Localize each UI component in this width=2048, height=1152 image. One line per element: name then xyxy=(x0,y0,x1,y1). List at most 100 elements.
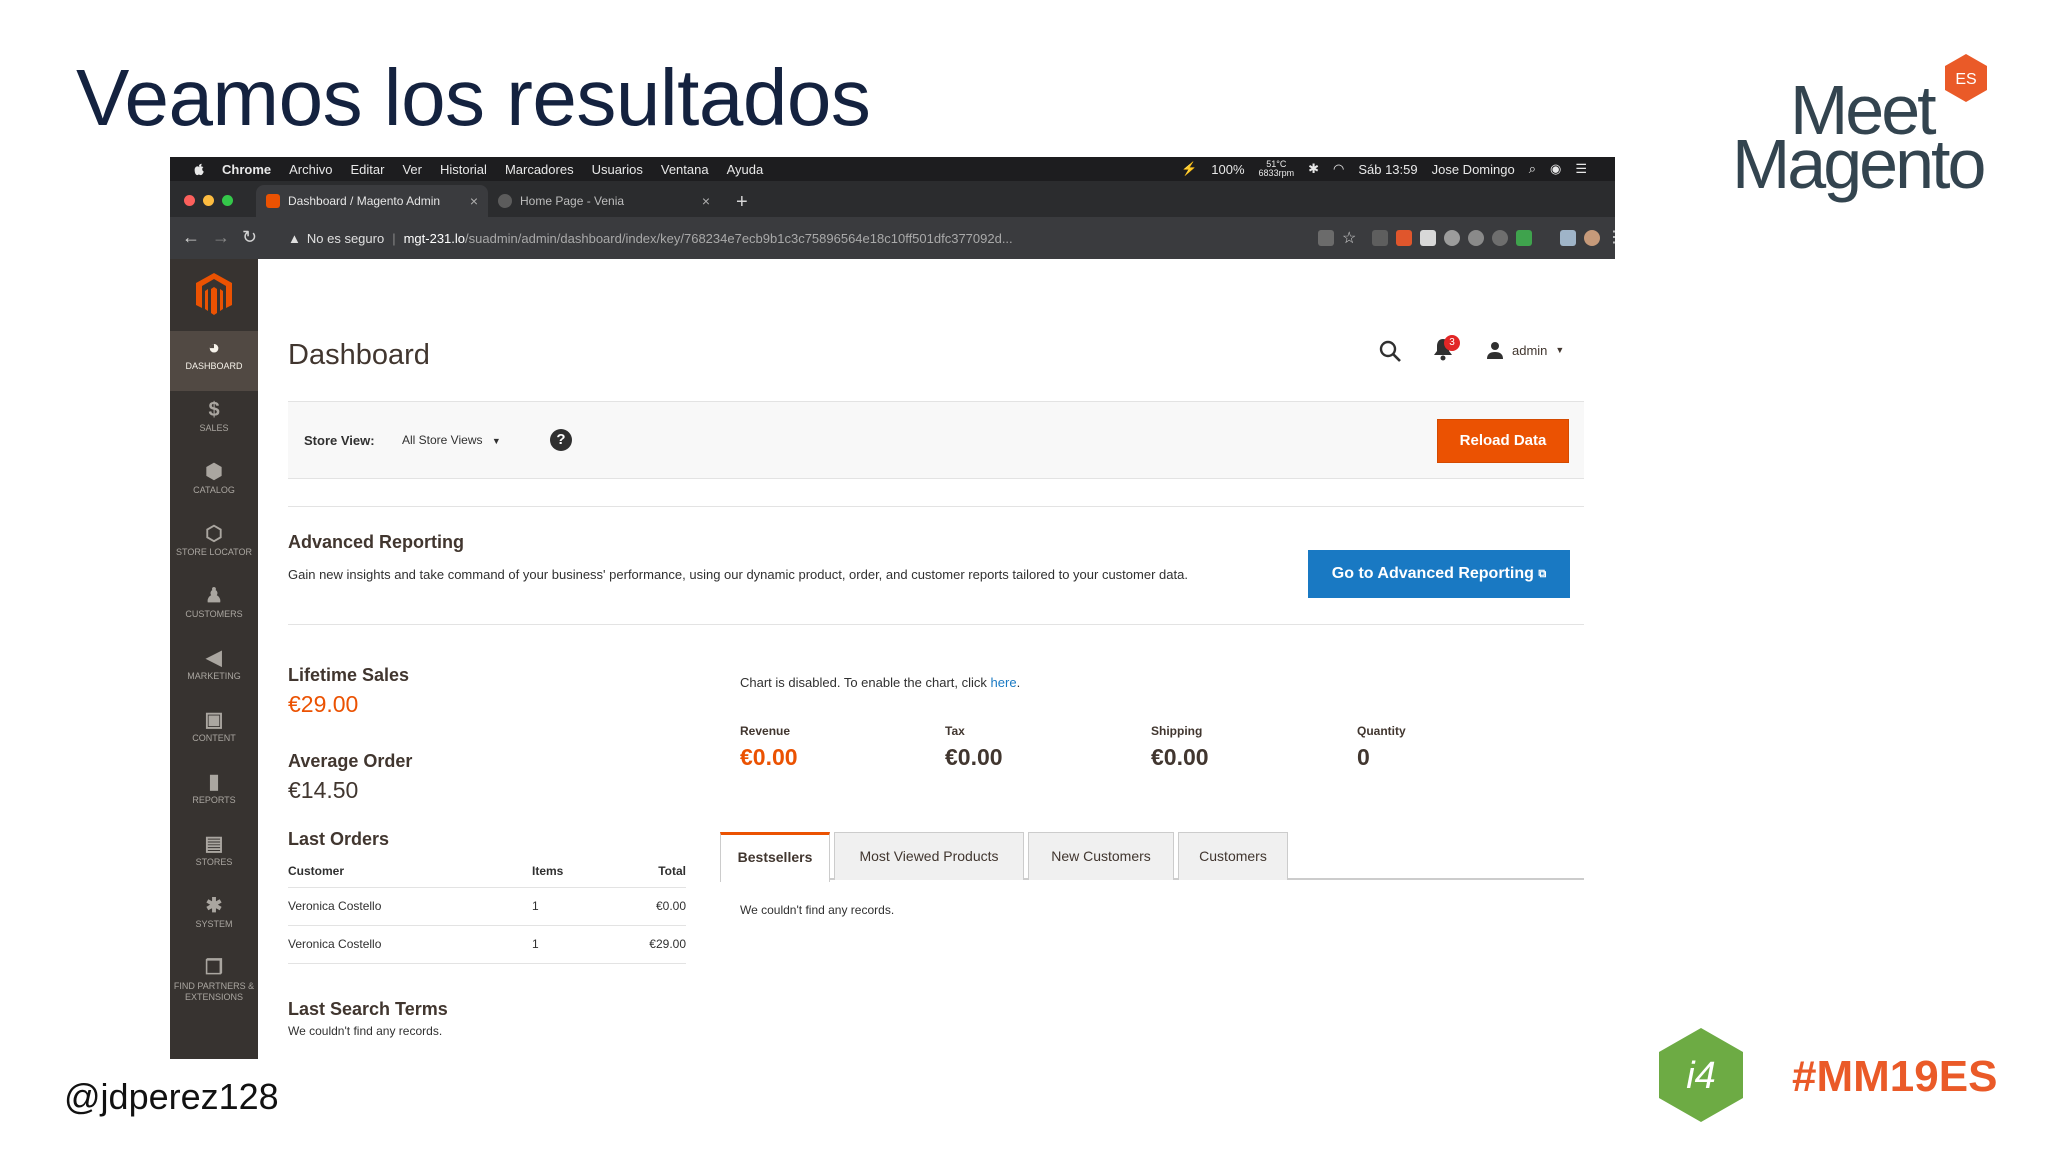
apple-icon[interactable] xyxy=(190,162,208,176)
reload-data-button[interactable]: Reload Data xyxy=(1437,419,1569,463)
sidebar-item-label: Stores xyxy=(195,857,233,867)
sidebar-item-sales[interactable]: $ Sales xyxy=(170,393,258,453)
zoom-window-button[interactable] xyxy=(222,195,233,206)
extension-circle-icon[interactable] xyxy=(1468,230,1484,246)
total-value: €0.00 xyxy=(945,744,1003,770)
chrome-menu-icon[interactable]: ⋮ xyxy=(1606,227,1615,247)
close-tab-icon[interactable]: × xyxy=(702,193,710,209)
tab-customers[interactable]: Customers xyxy=(1178,832,1288,880)
magento-logo-icon[interactable] xyxy=(194,271,234,317)
tab-new-customers[interactable]: New Customers xyxy=(1028,832,1174,880)
go-to-advanced-reporting-button[interactable]: Go to Advanced Reporting ⧉ xyxy=(1308,550,1570,598)
close-window-button[interactable] xyxy=(184,195,195,206)
sidebar-item-system[interactable]: ✱ System xyxy=(170,889,258,949)
last-orders-title: Last Orders xyxy=(288,829,390,849)
extension-green-icon[interactable] xyxy=(1516,230,1532,246)
address-bar[interactable]: ▲ No es seguro | mgt-231.lo /suadmin/adm… xyxy=(288,225,1318,251)
menubar-clock[interactable]: Sáb 13:59 xyxy=(1358,162,1417,177)
store-switcher-bar: Store View: All Store Views ▼ ? Reload D… xyxy=(288,401,1584,479)
sidebar-item-catalog[interactable]: ⬢ Catalog xyxy=(170,455,258,515)
extension-window-icon[interactable] xyxy=(1420,230,1436,246)
reload-icon[interactable]: ↻ xyxy=(242,227,257,248)
spotlight-search-icon[interactable]: ⌕ xyxy=(1529,161,1536,177)
minimize-window-button[interactable] xyxy=(203,195,214,206)
menu-ventana[interactable]: Ventana xyxy=(661,162,709,177)
lifetime-sales-label: Lifetime Sales xyxy=(288,665,410,685)
divider xyxy=(288,624,1584,625)
extension-new-icon[interactable] xyxy=(1560,230,1576,246)
back-arrow-icon[interactable]: ← xyxy=(182,227,200,248)
forward-arrow-icon[interactable]: → xyxy=(212,227,230,248)
admin-username: admin xyxy=(1512,342,1548,358)
tab-most-viewed-products[interactable]: Most Viewed Products xyxy=(834,832,1024,880)
last-orders-section: Last Orders Customer Items Total Veronic… xyxy=(288,829,686,964)
table-row[interactable]: Veronica Costello 1 €29.00 xyxy=(288,925,686,964)
close-tab-icon[interactable]: × xyxy=(470,193,478,209)
search-icon[interactable] xyxy=(1378,339,1402,363)
table-row[interactable]: Veronica Costello 1 €0.00 xyxy=(288,887,686,926)
order-items: 1 xyxy=(524,925,608,964)
admin-user-menu[interactable]: admin ▼ xyxy=(1486,341,1564,359)
total-shipping: Shipping €0.00 xyxy=(1151,724,1209,771)
browser-tab-dashboard[interactable]: Dashboard / Magento Admin × xyxy=(256,185,488,217)
total-tax: Tax €0.00 xyxy=(945,724,1003,771)
chart-note-period: . xyxy=(1016,675,1021,690)
total-revenue: Revenue €0.00 xyxy=(740,724,798,771)
sidebar-item-customers[interactable]: ♟ Customers xyxy=(170,579,258,639)
sidebar-item-label: Catalog xyxy=(193,485,235,495)
dashboard-grid-tabs: Bestsellers Most Viewed Products New Cus… xyxy=(720,832,1584,882)
column-header-items: Items xyxy=(524,858,608,888)
sidebar-item-label: Marketing xyxy=(187,671,241,681)
store-view-select[interactable]: All Store Views ▼ xyxy=(402,433,501,447)
extension-k-icon[interactable] xyxy=(1372,230,1388,246)
menu-historial[interactable]: Historial xyxy=(440,162,487,177)
sidebar-item-dashboard[interactable]: ◕ Dashboard xyxy=(170,331,258,391)
menu-ver[interactable]: Ver xyxy=(402,162,422,177)
notification-center-icon[interactable]: ☰ xyxy=(1575,161,1587,177)
order-total: €29.00 xyxy=(607,925,686,964)
store-view-label: Store View: xyxy=(304,433,375,448)
sidebar-item-marketing[interactable]: ◀ Marketing xyxy=(170,641,258,701)
enable-chart-link[interactable]: here xyxy=(991,675,1017,690)
tab-bestsellers[interactable]: Bestsellers xyxy=(720,832,830,882)
new-tab-plus-icon[interactable]: + xyxy=(736,191,748,214)
warning-icon: ▲ xyxy=(288,230,301,246)
sidebar-item-reports[interactable]: ▮ Reports xyxy=(170,765,258,825)
extension-react-icon[interactable] xyxy=(1444,230,1460,246)
sidebar-item-partners[interactable]: ❒ Find Partners & Extensions xyxy=(170,951,258,1021)
siri-icon[interactable]: ◉ xyxy=(1550,161,1561,177)
total-label: Tax xyxy=(945,724,965,738)
menu-marcadores[interactable]: Marcadores xyxy=(505,162,574,177)
wifi-icon[interactable]: ◠ xyxy=(1333,161,1344,177)
help-icon[interactable]: ? xyxy=(550,429,572,451)
browser-tab-venia[interactable]: Home Page - Venia × xyxy=(488,185,720,217)
sidebar-item-stores[interactable]: ▤ Stores xyxy=(170,827,258,887)
menubar-user[interactable]: Jose Domingo xyxy=(1432,162,1515,177)
bookmark-star-icon[interactable]: ☆ xyxy=(1342,228,1356,248)
notifications-button[interactable]: 3 xyxy=(1432,335,1460,363)
store-icon: ▤ xyxy=(204,833,224,855)
sidebar-item-store-locator[interactable]: ⬡ Store Locator xyxy=(170,517,258,577)
advanced-reporting-title: Advanced Reporting xyxy=(288,532,465,552)
chevron-down-icon: ▼ xyxy=(1555,345,1565,355)
sidebar-item-content[interactable]: ▣ Content xyxy=(170,703,258,763)
battery-icon[interactable]: ⚡ xyxy=(1181,161,1197,177)
translate-icon[interactable] xyxy=(1318,230,1334,246)
menu-editar[interactable]: Editar xyxy=(350,162,384,177)
profile-avatar[interactable] xyxy=(1584,230,1600,246)
extension-gray-icon[interactable] xyxy=(1492,230,1508,246)
globe-favicon-icon xyxy=(498,194,512,208)
extension-magento-icon[interactable] xyxy=(1396,230,1412,246)
menu-usuarios[interactable]: Usuarios xyxy=(592,162,643,177)
security-status[interactable]: No es seguro xyxy=(307,231,384,246)
admin-sidebar: ◕ Dashboard $ Sales ⬢ Catalog ⬡ Store Lo… xyxy=(170,259,258,1059)
menu-archivo[interactable]: Archivo xyxy=(289,162,332,177)
event-hashtag: #MM19ES xyxy=(1792,1052,1998,1101)
menu-ayuda[interactable]: Ayuda xyxy=(727,162,764,177)
order-items: 1 xyxy=(524,887,608,926)
menu-app-chrome[interactable]: Chrome xyxy=(222,162,271,177)
bluetooth-icon[interactable]: ✱ xyxy=(1308,161,1319,177)
cubes-icon: ❒ xyxy=(205,957,223,979)
total-label: Revenue xyxy=(740,724,791,738)
dashboard-main: Dashboard 3 admin ▼ Store View: All Stor… xyxy=(258,259,1615,1059)
